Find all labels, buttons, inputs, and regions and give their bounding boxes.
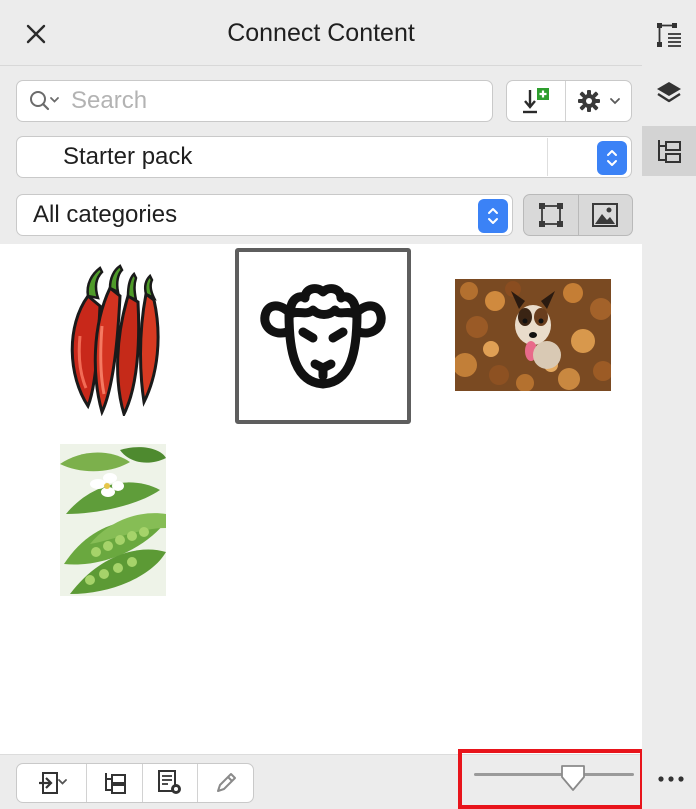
- thumbnail-size-slider-highlight: [458, 749, 644, 809]
- docker-tab-bar: [642, 0, 696, 809]
- panel-header: Connect Content: [0, 0, 642, 66]
- select-divider: [547, 138, 548, 176]
- library-actions: [506, 80, 632, 122]
- properties-button[interactable]: [141, 764, 198, 802]
- import-menu-button[interactable]: [17, 764, 86, 802]
- category-select-arrows[interactable]: [478, 199, 508, 233]
- docker-tab-objects[interactable]: [642, 10, 696, 60]
- connect-content-panel: Connect Content Search Starter pack All …: [0, 0, 644, 809]
- import-button[interactable]: [507, 81, 565, 121]
- thumbnail-size-slider-thumb[interactable]: [559, 763, 587, 793]
- footer-toolbar: [16, 763, 254, 803]
- vector-filter-button[interactable]: [524, 195, 578, 235]
- search-icon: [30, 91, 59, 111]
- library-select[interactable]: Starter pack: [16, 136, 632, 178]
- content-item-peas[interactable]: [60, 444, 166, 596]
- browse-folder-button[interactable]: [86, 764, 142, 802]
- thumbnail-size-slider-track[interactable]: [474, 773, 634, 776]
- category-select-value: All categories: [33, 201, 178, 228]
- dog-in-leaves-photo: [453, 279, 613, 392]
- import-plus-icon: [523, 88, 549, 114]
- category-select[interactable]: All categories: [16, 194, 513, 236]
- search-box[interactable]: [16, 80, 493, 122]
- layers-icon: [657, 82, 681, 103]
- docker-tab-connect-content[interactable]: [642, 126, 696, 176]
- slider-thumb-icon: [561, 765, 586, 791]
- content-grid: [0, 244, 642, 754]
- docker-tab-layers[interactable]: [642, 68, 696, 118]
- gear-icon: [577, 90, 600, 112]
- up-down-chevron-icon: [488, 208, 498, 224]
- ellipsis-icon: [658, 776, 684, 782]
- bitmap-filter-button[interactable]: [577, 195, 632, 235]
- green-peas-photo: [60, 444, 166, 596]
- library-select-value: Starter pack: [63, 143, 193, 170]
- sheep-face-image: [260, 284, 386, 389]
- library-select-arrows[interactable]: [597, 141, 627, 175]
- content-item-sheep-selected[interactable]: [235, 248, 411, 424]
- panel-title: Connect Content: [227, 18, 415, 47]
- object-properties-icon: [657, 23, 681, 47]
- connect-content-icon: [658, 140, 681, 163]
- vector-frame-icon: [538, 203, 563, 227]
- edit-button[interactable]: [197, 764, 253, 802]
- content-type-toggle: [523, 194, 633, 236]
- settings-dropdown-button[interactable]: [565, 81, 631, 121]
- content-item-dog[interactable]: [453, 279, 613, 392]
- pencil-icon: [216, 773, 236, 792]
- search-input[interactable]: [71, 87, 451, 115]
- image-icon: [592, 203, 619, 227]
- chevron-down-icon: [609, 98, 620, 105]
- controls-area: Starter pack All categories: [0, 66, 642, 244]
- folder-tree-icon: [104, 773, 126, 794]
- chili-peppers-image: [70, 264, 160, 419]
- content-item-chili[interactable]: [58, 256, 168, 419]
- import-into-icon: [38, 772, 67, 794]
- panel-footer: [0, 749, 644, 809]
- more-options-button[interactable]: [654, 766, 688, 792]
- up-down-chevron-icon: [607, 150, 617, 166]
- document-gear-icon: [158, 770, 182, 794]
